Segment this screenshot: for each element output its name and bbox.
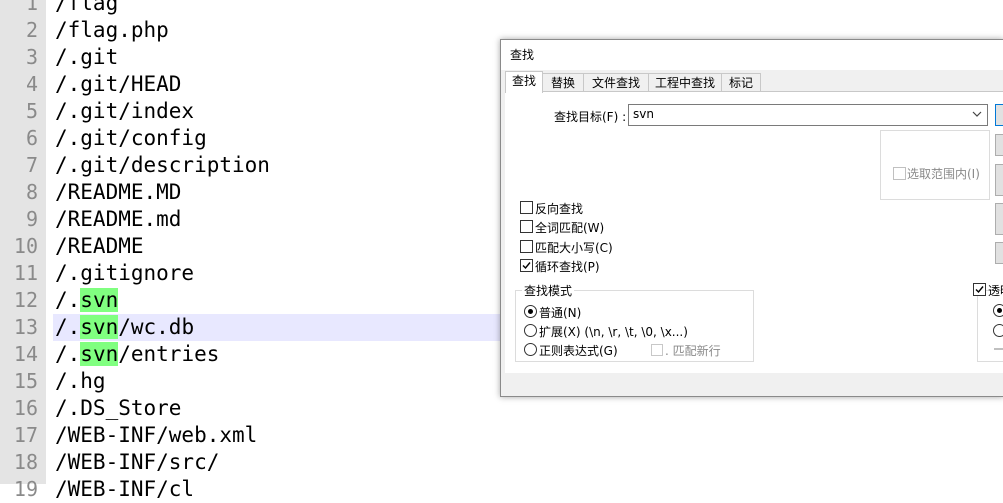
text-segment: /.DS_Store <box>55 396 182 420</box>
editor-line[interactable]: 18/WEB-INF/src/ <box>0 449 1003 476</box>
mode-extended-label: 扩展(X) (\n, \r, \t, \0, \x...) <box>539 325 688 339</box>
line-number: 15 <box>13 369 38 393</box>
text-segment: /. <box>55 342 81 366</box>
mode-regex-radio[interactable] <box>524 343 537 356</box>
backward-checkbox[interactable] <box>520 201 533 214</box>
find-all-open-button[interactable] <box>995 203 1003 235</box>
text-segment: /README <box>55 234 144 258</box>
in-selection-checkbox[interactable] <box>893 167 906 180</box>
text-segment: /. <box>55 288 81 312</box>
line-text[interactable]: /WEB-INF/src/ <box>53 449 1003 476</box>
tab-find-in-files[interactable]: 文件查找 <box>583 73 649 92</box>
line-number: 18 <box>13 450 38 474</box>
tab-replace[interactable]: 替换 <box>542 73 584 92</box>
text-segment: /entries <box>118 342 220 366</box>
whole-word-label: 全词匹配(W) <box>535 221 605 235</box>
line-number: 19 <box>13 477 38 501</box>
line-text[interactable]: /.DS_Store <box>53 395 1003 422</box>
line-number: 1 <box>25 0 38 15</box>
text-segment: /flag <box>55 0 119 15</box>
text-segment: /wc.db <box>118 315 195 339</box>
whole-word-checkbox[interactable] <box>520 220 533 233</box>
match-case-label: 匹配大小写(C) <box>535 241 613 255</box>
line-number: 14 <box>13 342 38 366</box>
line-text[interactable]: /flag <box>53 0 1003 17</box>
text-segment: /.git/description <box>55 153 270 177</box>
checkmark-icon <box>522 262 531 270</box>
transparency-checkbox[interactable] <box>973 283 986 296</box>
search-mode-title: 查找模式 <box>522 282 575 299</box>
transparency-on-lose-focus-radio[interactable] <box>993 304 1003 317</box>
line-number: 3 <box>25 45 38 69</box>
line-number: 10 <box>13 234 38 258</box>
line-number: 12 <box>13 288 38 312</box>
text-segment: /. <box>55 315 81 339</box>
text-segment: /WEB-INF/cl <box>55 477 195 501</box>
backward-label: 反向查找 <box>535 202 584 216</box>
mode-regex-label: 正则表达式(G) <box>539 344 618 358</box>
dot-newline-checkbox[interactable] <box>651 344 663 356</box>
checkmark-icon <box>975 286 984 294</box>
line-text[interactable]: /WEB-INF/web.xml <box>53 422 1003 449</box>
find-next-button[interactable] <box>995 104 1003 126</box>
line-number: 8 <box>25 180 38 204</box>
tab-mark[interactable]: 标记 <box>721 73 761 92</box>
count-button[interactable] <box>995 134 1003 156</box>
text-segment: /.git/HEAD <box>55 72 182 96</box>
line-text[interactable]: /WEB-INF/cl <box>53 476 1003 503</box>
search-match-highlight: svn <box>80 315 119 339</box>
line-number: 13 <box>13 315 38 339</box>
wrap-around-label: 循环查找(P) <box>535 260 600 274</box>
line-number: 7 <box>25 153 38 177</box>
text-segment: /WEB-INF/web.xml <box>55 423 258 447</box>
dialog-title: 查找 <box>501 40 1003 70</box>
wrap-around-checkbox[interactable] <box>520 259 533 272</box>
line-number: 5 <box>25 99 38 123</box>
dot-newline-label: . 匹配新行 <box>665 344 721 358</box>
transparency-label: 透明 <box>988 284 1003 298</box>
in-selection-box: 选取范围内(I) <box>880 130 990 200</box>
text-segment: /README.md <box>55 207 182 231</box>
text-segment: /WEB-INF/src/ <box>55 450 220 474</box>
find-tab-panel: 查找目标(F) : svn 选取范围内(I) 反向查找 全词匹配(W) 匹配大小… <box>505 91 1003 373</box>
mode-normal-label: 普通(N) <box>539 306 582 320</box>
in-selection-label: 选取范围内(I) <box>907 167 980 181</box>
line-number: 17 <box>13 423 38 447</box>
text-segment: /.git/index <box>55 99 195 123</box>
close-button[interactable] <box>995 242 1003 264</box>
match-case-checkbox[interactable] <box>520 240 533 253</box>
text-segment: /.hg <box>55 369 106 393</box>
transparency-slider[interactable] <box>994 348 1003 350</box>
line-number: 6 <box>25 126 38 150</box>
transparency-always-radio[interactable] <box>993 324 1003 337</box>
search-match-highlight: svn <box>80 288 119 312</box>
tab-find-in-project[interactable]: 工程中查找 <box>648 73 722 92</box>
find-target-combobox[interactable]: svn <box>628 104 988 126</box>
text-segment: /README.MD <box>55 180 182 204</box>
line-number: 16 <box>13 396 38 420</box>
search-match-highlight: svn <box>80 342 119 366</box>
mode-normal-radio[interactable] <box>524 305 537 318</box>
mode-extended-radio[interactable] <box>524 324 537 337</box>
line-number: 4 <box>25 72 38 96</box>
find-target-value[interactable]: svn <box>633 107 654 121</box>
find-target-label: 查找目标(F) : <box>554 110 627 124</box>
tab-find[interactable]: 查找 <box>505 71 543 93</box>
line-number: 11 <box>13 261 38 285</box>
text-segment: /.git/config <box>55 126 207 150</box>
text-segment: /.gitignore <box>55 261 195 285</box>
text-segment: /flag.php <box>55 18 169 42</box>
find-dialog[interactable]: 查找 查找 替换 文件查找 工程中查找 标记 查找目标(F) : svn 选取范… <box>500 39 1003 397</box>
chevron-down-icon[interactable] <box>971 108 983 120</box>
editor-line[interactable]: 17/WEB-INF/web.xml <box>0 422 1003 449</box>
line-number: 9 <box>25 207 38 231</box>
find-all-current-button[interactable] <box>995 164 1003 196</box>
line-number: 2 <box>25 18 38 42</box>
editor-line[interactable]: 16 /.DS_Store <box>0 395 1003 422</box>
editor-line[interactable]: 19/WEB-INF/cl <box>0 476 1003 503</box>
text-segment: /.git <box>55 45 119 69</box>
search-mode-group: 查找模式 普通(N) 扩展(X) (\n, \r, \t, \0, \x...)… <box>515 282 754 362</box>
editor-line[interactable]: 1/flag <box>0 0 1003 17</box>
